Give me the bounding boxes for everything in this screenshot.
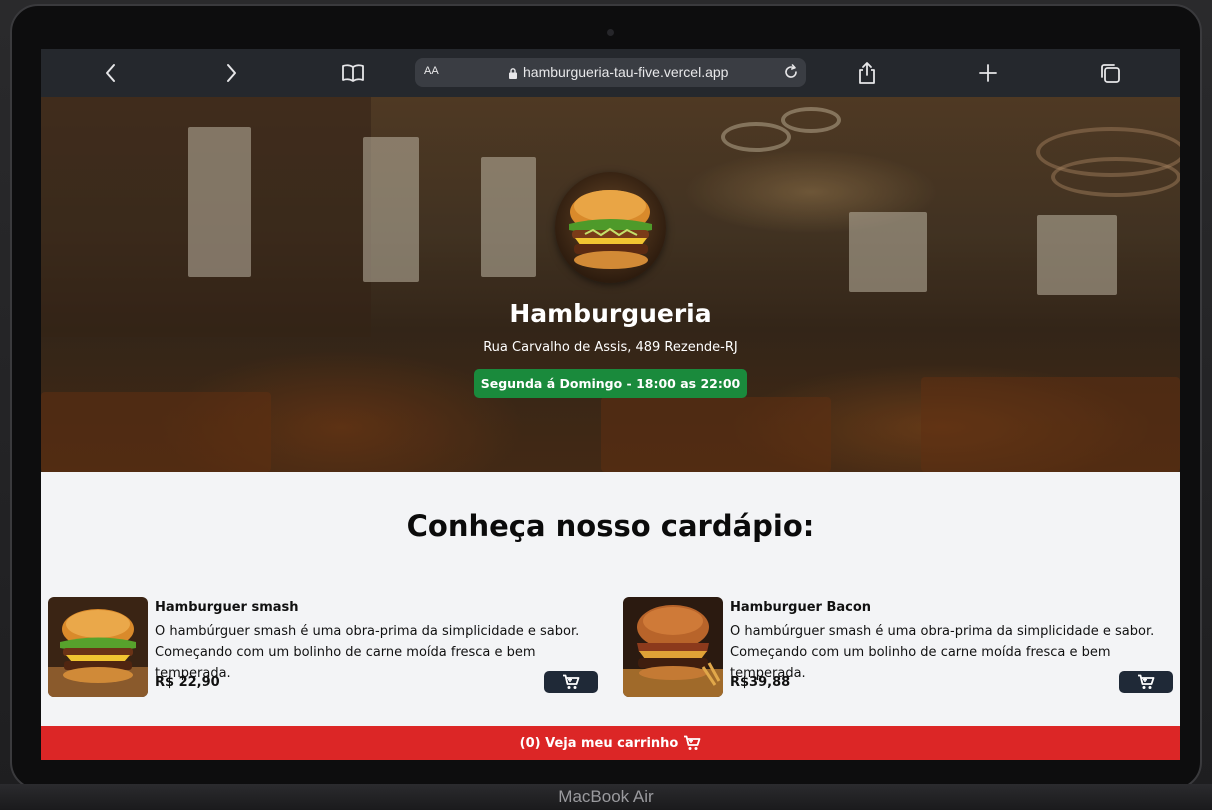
restaurant-address: Rua Carvalho de Assis, 489 Rezende-RJ — [483, 340, 738, 355]
chevron-left-icon — [106, 64, 115, 82]
hamburguer-smash-image — [48, 597, 148, 697]
chevron-right-icon — [227, 64, 236, 82]
back-button[interactable] — [97, 59, 125, 87]
view-cart-button[interactable]: (0) Veja meu carrinho — [41, 726, 1180, 760]
device-label: MacBook Air — [558, 787, 654, 806]
browser-screen: AA hamburgueria-tau-five.vercel.app Hamb… — [41, 49, 1180, 760]
add-to-cart-button[interactable] — [1119, 671, 1173, 693]
cart-label: (0) Veja meu carrinho — [519, 735, 679, 751]
book-icon — [342, 64, 364, 82]
address-bar[interactable]: AA hamburgueria-tau-five.vercel.app — [415, 58, 806, 87]
browser-toolbar: AA hamburgueria-tau-five.vercel.app — [41, 49, 1180, 97]
laptop-frame: AA hamburgueria-tau-five.vercel.app Hamb… — [0, 0, 1212, 810]
item-price: R$ 22,90 — [155, 675, 220, 690]
opening-hours-badge: Segunda á Domingo - 18:00 as 22:00 — [474, 369, 747, 398]
url-text: hamburgueria-tau-five.vercel.app — [523, 64, 729, 80]
bookmarks-button[interactable] — [339, 59, 367, 87]
camera-icon — [607, 29, 614, 36]
item-description: O hambúrguer smash é uma obra-prima da s… — [155, 624, 580, 681]
item-name: Hamburguer Bacon — [730, 600, 872, 615]
add-to-cart-button[interactable] — [544, 671, 598, 693]
lock-icon — [508, 65, 518, 84]
hero-banner: Hamburgueria Rua Carvalho de Assis, 489 … — [41, 97, 1180, 472]
menu-item: Hamburguer Bacon O hambúrguer smash é um… — [623, 597, 1175, 697]
forward-button[interactable] — [217, 59, 245, 87]
item-price: R$39,88 — [730, 675, 791, 690]
tabs-overview-button[interactable] — [1096, 59, 1124, 87]
plus-icon — [979, 64, 997, 82]
add-to-cart-icon — [1138, 674, 1155, 689]
hamburguer-bacon-image — [623, 597, 723, 697]
share-icon — [859, 62, 875, 84]
reload-icon[interactable] — [782, 63, 800, 85]
item-description: O hambúrguer smash é uma obra-prima da s… — [730, 624, 1155, 681]
text-size-button[interactable]: AA — [424, 65, 439, 77]
restaurant-logo — [555, 172, 666, 283]
item-name: Hamburguer smash — [155, 600, 299, 615]
tabs-icon — [1101, 64, 1120, 83]
menu-heading: Conheça nosso cardápio: — [406, 509, 815, 543]
new-tab-button[interactable] — [974, 59, 1002, 87]
restaurant-name: Hamburgueria — [509, 299, 712, 328]
cart-icon — [683, 735, 701, 751]
add-to-cart-icon — [563, 674, 580, 689]
share-button[interactable] — [853, 59, 881, 87]
menu-item: Hamburguer smash O hambúrguer smash é um… — [48, 597, 600, 697]
